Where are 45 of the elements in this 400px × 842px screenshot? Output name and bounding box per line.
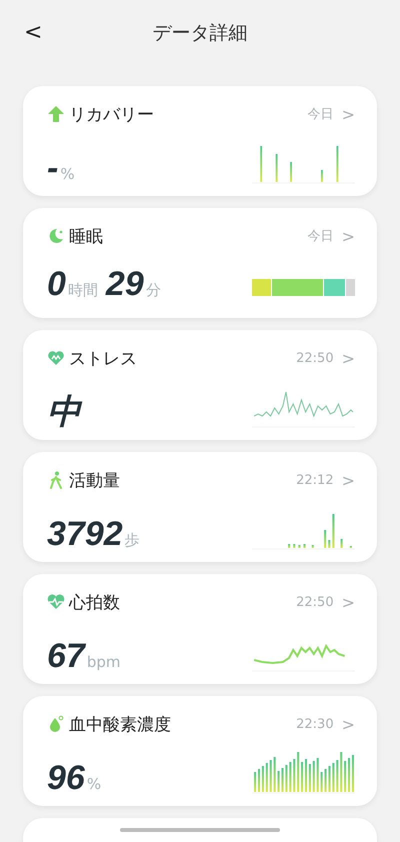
- heart-rate-icon: [47, 593, 65, 611]
- chevron-icon: >: [342, 714, 355, 734]
- metric-card[interactable]: 活動量 22:12 > 3792歩: [23, 452, 377, 562]
- up-arrow-icon: [47, 105, 65, 123]
- chevron-icon: >: [342, 104, 355, 124]
- page-title: データ詳細: [152, 21, 248, 46]
- unit-label: %: [60, 165, 75, 183]
- card-title: 睡眠: [69, 226, 104, 248]
- metric-card[interactable]: ストレス 22:50 > 中: [23, 330, 377, 440]
- time-label: 22:30: [296, 716, 334, 732]
- time-label: 22:50: [296, 350, 334, 366]
- card-title: 心拍数: [69, 592, 121, 614]
- card-title: 血中酸素濃度: [69, 714, 172, 736]
- time-label: 今日: [308, 228, 334, 245]
- unit-label: 歩: [124, 531, 140, 550]
- chevron-icon: >: [342, 226, 355, 246]
- metric-card[interactable]: 睡眠 今日 > 0時間 29分: [23, 208, 377, 318]
- card-title: ストレス: [69, 348, 138, 370]
- unit-label: %: [86, 775, 102, 793]
- time-label: 22:12: [296, 472, 334, 488]
- metric-card[interactable]: リカバリー 今日 > -%: [23, 86, 377, 196]
- unit-label: 分: [146, 281, 161, 300]
- moon-icon: [47, 227, 65, 245]
- metric-value: -: [47, 148, 58, 188]
- heart-pulse-icon: [47, 349, 65, 367]
- metric-value: 29: [106, 264, 144, 304]
- metric-card[interactable]: 心拍数 22:50 > 67bpm: [23, 574, 377, 684]
- unit-label: 時間: [68, 281, 98, 300]
- droplet-icon: [47, 715, 65, 733]
- metric-value: 67: [47, 636, 85, 676]
- card-title: リカバリー: [69, 104, 155, 126]
- time-label: 22:50: [296, 594, 334, 610]
- metric-value: 中: [47, 392, 81, 432]
- back-button[interactable]: <: [18, 18, 48, 47]
- metric-card[interactable]: 血中酸素濃度 22:30 > 96%: [23, 696, 377, 806]
- metric-value: 3792: [47, 514, 123, 554]
- card-title: 活動量: [69, 470, 121, 492]
- metric-value: 0: [47, 264, 66, 304]
- unit-label: bpm: [86, 653, 120, 671]
- chevron-icon: >: [342, 470, 355, 490]
- chevron-icon: >: [342, 592, 355, 612]
- metric-value: 96: [47, 758, 85, 798]
- walking-person-icon: [47, 471, 65, 489]
- time-label: 今日: [308, 106, 334, 123]
- chevron-icon: >: [342, 348, 355, 368]
